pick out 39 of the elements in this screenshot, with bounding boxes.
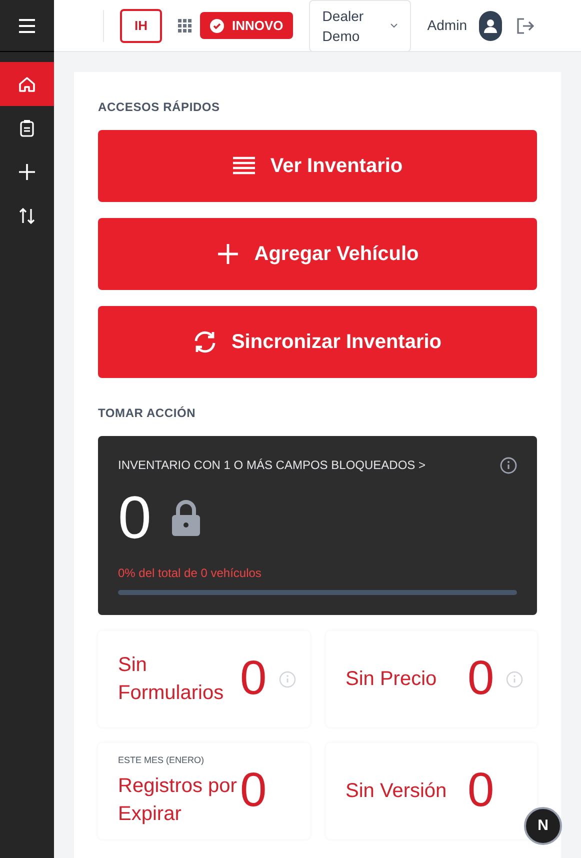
percentage-caption: 0% del total de 0 vehículos	[118, 565, 262, 582]
stat-value: 0	[468, 651, 494, 707]
quick-action-button[interactable]: Agregar Vehículo	[98, 218, 537, 290]
section-title: TOMAR ACCIÓN	[98, 405, 197, 422]
stat-card[interactable]: Sin Versión 0	[326, 743, 537, 839]
apps-grid-icon[interactable]	[178, 18, 192, 32]
section-title: ACCESOS RÁPIDOS	[98, 99, 221, 116]
dealer-dropdown[interactable]: Dealer Demo	[309, 0, 412, 52]
quick-action-button[interactable]: Ver Inventario	[98, 130, 537, 202]
sync-icon	[193, 331, 218, 353]
card-title: INVENTARIO CON 1 O MÁS CAMPOS BLOQUEADOS >	[118, 457, 426, 474]
list-icon	[232, 155, 256, 177]
avatar-icon[interactable]	[478, 10, 502, 40]
stat-label: Sin Formularios	[118, 653, 225, 706]
stat-label: Sin Precio	[346, 667, 438, 692]
lock-icon	[171, 500, 202, 536]
plus-icon	[18, 163, 36, 181]
stat-label: Registros por Expirar	[118, 774, 238, 827]
logout-icon[interactable]	[516, 18, 534, 34]
info-icon[interactable]	[500, 456, 517, 474]
plus-icon	[216, 243, 240, 265]
stat-value: 0	[468, 763, 494, 819]
logo[interactable]: IH	[120, 8, 162, 42]
clipboard-icon	[18, 119, 36, 137]
quick-action-button[interactable]: Sincronizar Inventario	[98, 306, 537, 378]
home-icon	[18, 75, 36, 93]
locked-count: 0	[118, 483, 152, 553]
brand-button[interactable]: INNOVO	[200, 12, 294, 39]
check-circle-icon	[210, 18, 224, 32]
stat-value: 0	[240, 651, 267, 707]
stat-card[interactable]: Sin Precio 0	[326, 631, 537, 727]
chevron-down-icon	[390, 23, 398, 28]
card-caption: ESTE MES (ENERO)	[118, 754, 206, 768]
swap-arrows-icon	[18, 207, 36, 225]
stat-value: 0	[240, 763, 267, 819]
user-name: Admin	[427, 16, 467, 35]
menu-icon[interactable]	[18, 18, 36, 32]
locked-inventory-card[interactable]: INVENTARIO CON 1 O MÁS CAMPOS BLOQUEADOS > 0 0% del total de 0 vehículos	[98, 436, 537, 615]
stat-label: Sin Versión	[346, 779, 448, 804]
